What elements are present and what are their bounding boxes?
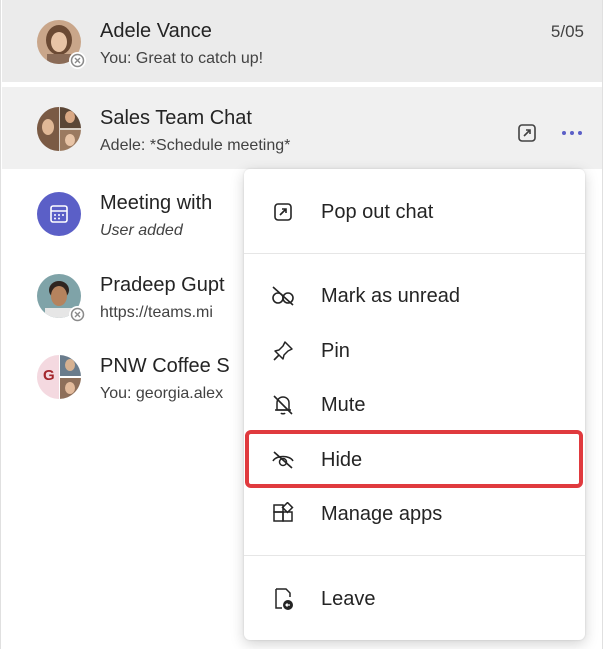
chat-preview: You: georgia.alex <box>100 385 224 402</box>
menu-item-label: Mute <box>321 393 366 416</box>
calendar-avatar <box>37 192 81 236</box>
status-offline-icon <box>69 306 86 323</box>
group-initial: G <box>43 367 55 384</box>
pop-out-chat-icon[interactable] <box>515 121 539 145</box>
mark-unread-icon <box>270 283 296 309</box>
chat-name: Sales Team Chat <box>100 107 252 129</box>
menu-item-pop-out-chat[interactable]: Pop out chat <box>244 187 585 237</box>
chat-name: Adele Vance <box>100 20 212 42</box>
more-options-icon[interactable] <box>560 121 584 145</box>
chat-preview: Adele: *Schedule meeting* <box>100 137 291 154</box>
pop-out-icon <box>270 199 296 225</box>
hide-icon <box>270 447 296 473</box>
menu-item-pin[interactable]: Pin <box>244 326 585 376</box>
chat-name: PNW Coffee S <box>100 355 230 377</box>
menu-item-mute[interactable]: Mute <box>244 380 585 430</box>
menu-item-label: Mark as unread <box>321 284 460 307</box>
chat-preview: https://teams.mi <box>100 304 213 321</box>
menu-item-label: Pop out chat <box>321 200 434 223</box>
chat-preview: User added <box>100 222 183 239</box>
chat-name: Pradeep Gupt <box>100 274 225 296</box>
menu-item-hide[interactable]: Hide <box>244 435 585 485</box>
chat-context-menu: Pop out chat Mark as unread Pin Mute Hid… <box>244 169 585 640</box>
chat-item-sales-team[interactable]: Sales Team Chat Adele: *Schedule meeting… <box>2 87 602 169</box>
menu-divider <box>244 555 585 556</box>
menu-item-label: Pin <box>321 339 350 362</box>
menu-item-mark-as-unread[interactable]: Mark as unread <box>244 271 585 321</box>
menu-item-leave[interactable]: Leave <box>244 574 585 624</box>
menu-item-label: Manage apps <box>321 502 443 525</box>
leave-icon <box>270 586 296 612</box>
menu-item-label: Hide <box>321 448 363 471</box>
group-avatar <box>37 107 81 151</box>
chat-timestamp: 5/05 <box>550 22 584 41</box>
pin-icon <box>270 338 296 364</box>
menu-item-label: Leave <box>321 587 376 610</box>
apps-icon <box>270 501 296 527</box>
menu-item-manage-apps[interactable]: Manage apps <box>244 489 585 539</box>
chat-item-adele-vance[interactable]: Adele Vance You: Great to catch up! 5/05 <box>2 0 602 82</box>
menu-divider <box>244 253 585 254</box>
chat-preview: You: Great to catch up! <box>100 50 264 67</box>
chat-name: Meeting with <box>100 192 213 214</box>
mute-icon <box>270 392 296 418</box>
status-offline-icon <box>69 52 86 69</box>
